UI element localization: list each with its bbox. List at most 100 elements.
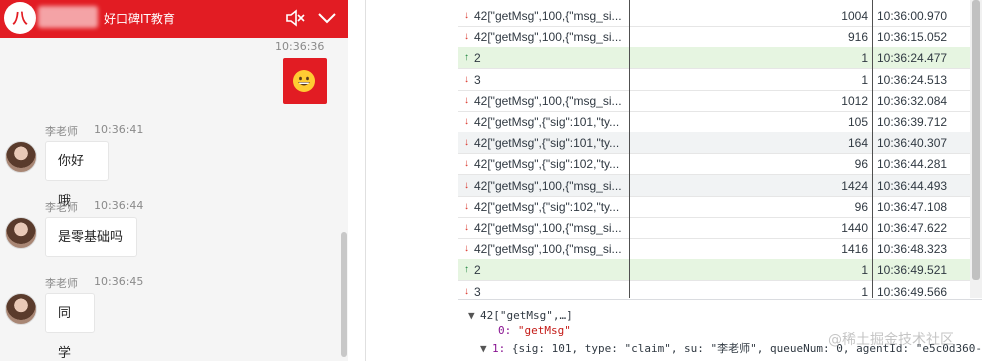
avatar[interactable]: [5, 217, 37, 249]
cell-data: 3: [474, 72, 481, 87]
table-row[interactable]: ↑ 2 1 10:36:24.477: [458, 47, 982, 70]
cell-time: 10:36:32.084: [877, 93, 948, 108]
table-scrollbar-thumb[interactable]: [972, 0, 980, 280]
cell-time: 10:36:49.521: [877, 263, 948, 278]
cell-data: 42["getMsg",{"sig":102,"ty...: [474, 157, 620, 172]
cell-time: 10:36:48.323: [877, 242, 948, 257]
cell-length: 1: [861, 284, 868, 299]
avatar[interactable]: [5, 293, 37, 325]
cell-data: 3: [474, 284, 481, 299]
avatar[interactable]: [5, 141, 37, 173]
cell-time: 10:36:44.281: [877, 157, 948, 172]
message-time: 10:36:44: [94, 199, 144, 212]
cell-length: 916: [847, 30, 868, 45]
table-row[interactable]: ↓ 42["getMsg",{"sig":102,"ty... 96 10:36:44…: [458, 153, 982, 176]
table-row[interactable]: ↓ 42["getMsg",100,{"msg_si... 1416 10:36:48…: [458, 238, 982, 261]
received-arrow-icon: ↓: [464, 73, 469, 85]
cell-data: 2: [474, 263, 481, 278]
cell-length: 1004: [841, 9, 868, 23]
cell-time: 10:36:24.477: [877, 51, 948, 66]
cell-data: 42["getMsg",100,{"msg_si...: [474, 93, 622, 108]
detail-value: "getMsg": [517, 324, 571, 337]
cell-length: 164: [847, 136, 868, 151]
expand-triangle-icon[interactable]: ▼: [480, 342, 492, 355]
cell-time: 10:36:00.970: [877, 9, 948, 23]
cell-length: 1012: [841, 93, 868, 108]
table-row[interactable]: ↓ 42["getMsg",{"sig":102,"ty... 96 10:36:47…: [458, 196, 982, 218]
received-arrow-icon: ↓: [464, 116, 469, 127]
blurred-name: [38, 6, 98, 28]
table-row[interactable]: ↓ 42["getMsg",{"sig":101,"ty... 164 10:36:4…: [458, 132, 982, 155]
mute-icon[interactable]: [284, 7, 306, 29]
cell-data: 42["getMsg",{"sig":101,"ty...: [474, 115, 620, 129]
detail-root: 42["getMsg",…]: [480, 309, 573, 322]
chat-panel: 八 好口碑IT教育 10:36:36 李老师 10:36:41 你好哦 李老师 …: [0, 0, 348, 361]
cell-length: 1: [861, 263, 868, 278]
cell-time: 10:36:47.108: [877, 199, 948, 214]
column-divider[interactable]: [872, 0, 873, 298]
message-sender: 李老师: [45, 277, 78, 290]
received-arrow-icon: ↓: [464, 243, 469, 255]
cell-data: 42["getMsg",100,{"msg_si...: [474, 178, 622, 193]
received-arrow-icon: ↓: [464, 222, 469, 233]
received-arrow-icon: ↓: [464, 94, 469, 106]
table-row[interactable]: ↓ 42["getMsg",100,{"msg_si... 1012 10:36:32…: [458, 90, 982, 112]
detail-key: 1:: [492, 342, 506, 355]
cell-length: 1: [861, 51, 868, 66]
cell-length: 1416: [841, 242, 868, 257]
brand-logo: 八: [4, 2, 36, 34]
detail-root-row[interactable]: ▼ 42["getMsg",…]: [468, 309, 573, 322]
table-row[interactable]: ↓ 42["getMsg",100,{"msg_si... 1004 10:36:00…: [458, 5, 982, 27]
watermark: @稀土掘金技术社区: [828, 332, 954, 348]
message-time: 10:36:41: [94, 123, 144, 136]
cell-length: 1440: [841, 221, 868, 235]
table-row[interactable]: ↓ 3 1 10:36:24.513: [458, 69, 982, 91]
cell-time: 10:36:49.566: [877, 284, 948, 299]
chat-scrollbar[interactable]: [341, 232, 347, 357]
message-bubble: 你好哦: [45, 141, 109, 209]
chevron-down-icon[interactable]: [316, 7, 338, 29]
expand-triangle-icon[interactable]: ▼: [468, 309, 480, 322]
panel-divider[interactable]: [365, 0, 366, 361]
table-row[interactable]: ↑ 2 1 10:36:49.521: [458, 259, 982, 282]
brand-title: 好口碑IT教育: [104, 12, 175, 26]
cell-time: 10:36:39.712: [877, 115, 948, 129]
cell-data: 42["getMsg",{"sig":101,"ty...: [474, 136, 620, 151]
received-arrow-icon: ↓: [464, 31, 469, 43]
column-divider[interactable]: [629, 0, 630, 298]
sent-arrow-icon: ↑: [464, 264, 469, 276]
cell-time: 10:36:24.513: [877, 72, 948, 87]
cell-data: 42["getMsg",100,{"msg_si...: [474, 9, 622, 23]
cell-time: 10:36:47.622: [877, 221, 948, 235]
received-arrow-icon: ↓: [464, 137, 469, 149]
message-bubble: 同学: [45, 293, 95, 361]
received-arrow-icon: ↓: [464, 179, 469, 191]
received-arrow-icon: ↓: [464, 10, 469, 21]
websocket-messages-table: ↓ 42["getMsg",100,{"msg_si... 1004 10:36:00…: [458, 0, 982, 303]
cell-data: 2: [474, 51, 481, 66]
detail-key: 0:: [498, 324, 512, 337]
cell-length: 105: [847, 115, 868, 129]
cell-data: 42["getMsg",100,{"msg_si...: [474, 242, 622, 257]
sent-arrow-icon: ↑: [464, 52, 469, 64]
received-arrow-icon: ↓: [464, 200, 469, 212]
cell-length: 1: [861, 72, 868, 87]
detail-item-0: 0: "getMsg": [498, 324, 571, 337]
table-row[interactable]: ↓ 42["getMsg",{"sig":101,"ty... 105 10:36:3…: [458, 111, 982, 133]
message-bubble: 是零基础吗: [45, 217, 137, 257]
table-row[interactable]: ↓ 42["getMsg",100,{"msg_si... 916 10:36:15.…: [458, 26, 982, 49]
message-detail-panel: ▼ 42["getMsg",…] 0: "getMsg" ▼ 1: {sig: 10…: [458, 299, 982, 362]
table-row[interactable]: ↓ 42["getMsg",100,{"msg_si... 1440 10:36:47…: [458, 217, 982, 239]
message-time: 10:36:45: [94, 275, 144, 288]
grinning-emoji-icon: [293, 70, 315, 92]
chat-header: 八 好口碑IT教育: [0, 0, 348, 38]
received-arrow-icon: ↓: [464, 158, 469, 170]
cell-length: 96: [854, 199, 868, 214]
cell-data: 42["getMsg",100,{"msg_si...: [474, 30, 622, 45]
cell-time: 10:36:15.052: [877, 30, 948, 45]
sent-emoji-bubble: [283, 58, 327, 104]
table-row[interactable]: ↓ 42["getMsg",100,{"msg_si... 1424 10:36:44…: [458, 174, 982, 197]
received-arrow-icon: ↓: [464, 285, 469, 297]
cell-data: 42["getMsg",100,{"msg_si...: [474, 221, 622, 235]
cell-time: 10:36:40.307: [877, 136, 948, 151]
